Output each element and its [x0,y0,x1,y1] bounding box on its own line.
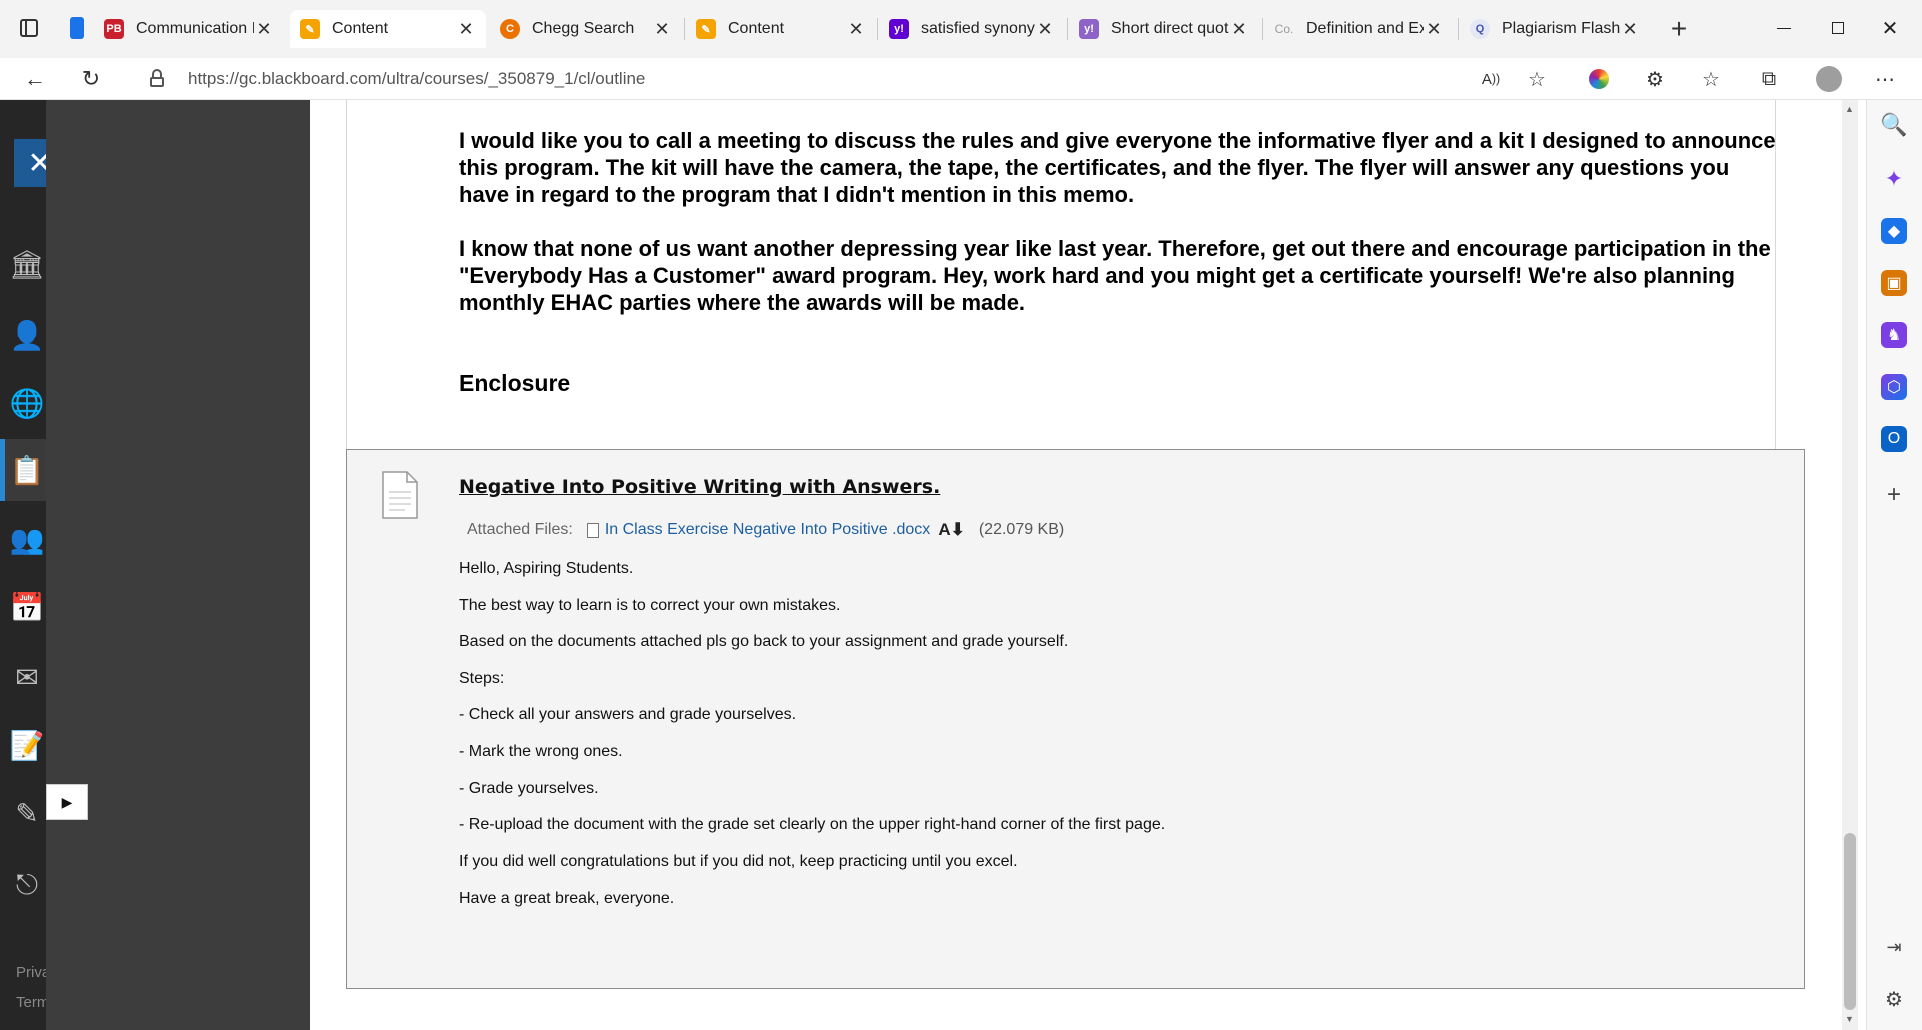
attached-file-link[interactable]: In Class Exercise Negative Into Positive… [605,521,930,539]
course-left-navigation: 🏛 👤 🌐 📋 👥 📅 ✉ 📝 ✎ ⎋ Priva Term [0,100,46,1030]
text-to-speech-icon[interactable]: A⬇ [938,520,965,540]
yahoo-icon: y! [1079,19,1099,39]
body-line: Based on the documents attached pls go b… [459,633,1069,650]
workspaces-icon[interactable] [70,17,84,39]
courses-icon[interactable]: 📋 [10,453,45,487]
profile-icon[interactable]: 👤 [10,318,45,352]
file-icon [586,522,599,538]
enclosure-label: Enclosure [459,370,571,396]
item-title-link[interactable]: Negative Into Positive Writing with Answ… [459,476,940,498]
content-item: Negative Into Positive Writing with Answ… [346,449,1805,989]
content-scrollbar[interactable]: ▲ ▼ [1842,100,1858,1030]
grades-icon[interactable]: 📝 [10,728,45,762]
close-tab-icon[interactable]: ✕ [846,19,866,40]
body-line: Have a great break, everyone. [459,890,675,907]
memo-paragraph: I know that none of us want another depr… [459,236,1771,315]
tab-definition[interactable]: Co. Definition and Ex ✕ [1264,10,1454,48]
tools-icon[interactable]: ▣ [1881,270,1907,296]
sidebar-toggle-icon[interactable] [20,19,38,37]
new-tab-button[interactable]: + [1662,12,1696,46]
read-aloud-icon[interactable]: A)) [1474,62,1508,96]
scroll-down-arrow[interactable]: ▼ [1845,1014,1854,1024]
attached-files-row: Attached Files: In Class Exercise Negati… [467,520,1064,540]
calendar-icon[interactable]: 📅 [10,590,45,624]
close-tab-icon[interactable]: ✕ [1229,19,1249,40]
content-area: I would like you to call a meeting to di… [310,100,1845,1030]
chegg-icon: C [500,19,520,39]
tab-communication[interactable]: PB Communication I ✕ [94,10,284,48]
url-field[interactable]: https://gc.blackboard.com/ultra/courses/… [128,61,1548,97]
back-button[interactable]: ← [18,62,52,96]
close-window-button[interactable]: ✕ [1870,14,1910,42]
body-line: The best way to learn is to correct your… [459,597,841,614]
extensions-icon[interactable]: ⚙ [1638,62,1672,96]
close-tab-icon[interactable]: ✕ [1424,19,1444,40]
refresh-button[interactable]: ↻ [74,62,108,96]
body-line: - Check all your answers and grade yours… [459,706,797,723]
blackboard-icon: ✎ [300,19,320,39]
settings-icon[interactable]: ⚙ [1881,986,1907,1012]
document-icon [382,471,418,519]
scroll-up-arrow[interactable]: ▲ [1845,104,1854,114]
outlook-icon[interactable]: O [1881,426,1907,452]
terms-link[interactable]: Term [16,994,46,1011]
body-line: - Mark the wrong ones. [459,743,623,760]
tab-content-active[interactable]: ✎ Content ✕ [290,10,486,48]
lock-icon[interactable] [150,69,164,87]
memo-paragraph: I would like you to call a meeting to di… [459,128,1776,207]
tab-short-direct-quote[interactable]: y! Short direct quot ✕ [1069,10,1259,48]
browser-tab-strip: PB Communication I ✕ ✎ Content ✕ C Chegg… [0,0,1922,58]
shopping-icon[interactable]: ◆ [1881,218,1907,244]
body-line: Hello, Aspiring Students. [459,560,634,577]
body-line: - Grade yourselves. [459,780,599,797]
favorites-icon[interactable]: ☆ [1694,62,1728,96]
body-line: Steps: [459,670,505,687]
collections-icon[interactable]: ⧉ [1752,62,1786,96]
tab-satisfied-synonym[interactable]: y! satisfied synonym ✕ [879,10,1065,48]
url-text: https://gc.blackboard.com/ultra/courses/… [188,69,646,88]
scrollbar-thumb[interactable] [1844,833,1856,1010]
close-tab-icon[interactable]: ✕ [1620,19,1640,40]
pb-icon: PB [104,19,124,39]
messages-icon[interactable]: ✉ [10,660,44,694]
institution-icon[interactable]: 🏛 [9,247,45,281]
tab-content[interactable]: ✎ Content ✕ [686,10,876,48]
close-tab-icon[interactable]: ✕ [456,19,476,40]
microsoft-365-icon[interactable]: ⬡ [1881,374,1907,400]
more-menu-icon[interactable]: ⋯ [1868,62,1902,96]
blackboard-icon: ✎ [696,19,716,39]
close-tab-icon[interactable]: ✕ [1035,19,1055,40]
organizations-icon[interactable]: 👥 [10,522,45,556]
co-icon: Co. [1274,22,1294,36]
profile-avatar[interactable] [1812,62,1846,96]
body-line: - Re-upload the document with the grade … [459,816,1166,833]
address-bar-row: ← ↻ https://gc.blackboard.com/ultra/cour… [0,58,1922,100]
tab-chegg[interactable]: C Chegg Search ✕ [490,10,682,48]
restore-button[interactable] [1818,14,1858,42]
globe-icon[interactable]: 🌐 [10,386,45,420]
color-extension-icon[interactable] [1582,62,1616,96]
sign-out-icon[interactable]: ⎋ [10,868,44,902]
privacy-link[interactable]: Priva [16,964,46,981]
games-icon[interactable]: ♞ [1881,322,1907,348]
add-favorite-icon[interactable]: ☆ [1520,62,1554,96]
body-line: If you did well congratulations but if y… [459,853,1018,870]
tab-plagiarism[interactable]: Q Plagiarism Flashc ✕ [1460,10,1650,48]
hide-sidebar-icon[interactable]: ⇥ [1881,934,1907,960]
close-tab-icon[interactable]: ✕ [254,19,274,40]
quizlet-icon: Q [1470,19,1490,39]
dimmed-course-background [46,100,310,1030]
memo-item: I would like you to call a meeting to di… [346,100,1776,450]
file-size: (22.079 KB) [978,521,1065,538]
attached-files-label: Attached Files: [467,521,573,538]
search-icon[interactable]: 🔍 [1880,112,1907,138]
close-tab-icon[interactable]: ✕ [652,19,672,40]
yahoo-icon: y! [889,19,909,39]
tools-icon[interactable]: ✎ [10,796,44,830]
minimize-button[interactable] [1764,14,1804,42]
edge-sidebar: 🔍 ✦ ◆ ▣ ♞ ⬡ O + ⇥ ⚙ [1866,100,1922,1030]
play-icon[interactable]: ▶ [46,784,88,820]
copilot-icon[interactable]: ✦ [1881,166,1907,192]
add-icon[interactable]: + [1881,481,1907,508]
